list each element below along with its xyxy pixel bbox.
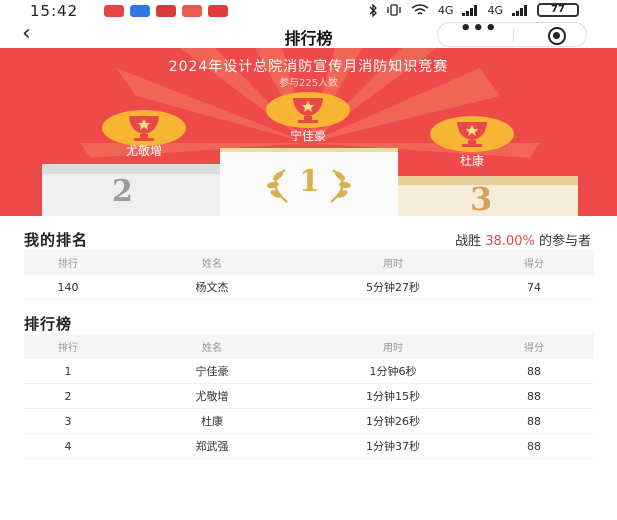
header-name: 姓名 <box>202 259 222 270</box>
app-icon-2 <box>130 5 150 17</box>
podium-rank-3: 3 <box>470 180 493 216</box>
app-icon-4 <box>182 5 202 17</box>
header-rank: 排行 <box>58 343 78 354</box>
back-icon[interactable]: ‹ <box>22 21 31 46</box>
cell-name: 郑武强 <box>195 440 229 453</box>
vibrate-icon <box>387 4 401 16</box>
cell-score: 88 <box>527 389 541 403</box>
participant-count: 参与225人数 <box>278 78 339 89</box>
podium-name-1: 宁佳豪 <box>289 129 326 143</box>
header-name: 姓名 <box>202 343 222 354</box>
table-header: 排行 姓名 用时 得分 <box>24 250 594 275</box>
more-icon[interactable]: ••• <box>460 18 498 39</box>
trophy-icon-1 <box>266 92 350 128</box>
app-icon-3 <box>156 5 176 17</box>
leaderboard-title: 排行榜 <box>24 315 73 333</box>
table-row: 2 尤敬增 1分钟15秒 88 <box>24 384 594 409</box>
beat-prefix: 战胜 <box>455 234 482 249</box>
table-header: 排行 姓名 用时 得分 <box>24 334 594 359</box>
cell-rank: 2 <box>64 389 72 403</box>
header-time: 用时 <box>383 343 403 354</box>
my-rank-row: 140 杨文杰 5分钟27秒 74 <box>24 275 594 300</box>
app-icon-1 <box>104 5 124 17</box>
wifi-icon <box>411 4 429 15</box>
cell-rank: 4 <box>64 439 72 453</box>
battery-icon: 77 <box>537 3 579 17</box>
status-right: 4G 4G 77 <box>369 3 579 17</box>
cell-time: 1分钟15秒 <box>366 390 420 403</box>
cell-name: 杜康 <box>201 415 223 428</box>
header-rank: 排行 <box>58 259 78 270</box>
cell-time: 5分钟27秒 <box>366 281 420 294</box>
notification-icons <box>104 5 228 17</box>
cell-score: 74 <box>527 280 541 294</box>
capsule-divider <box>513 28 514 42</box>
header-score: 得分 <box>524 343 544 354</box>
podium-name-3: 杜康 <box>459 154 484 168</box>
my-rank-title: 我的排名 <box>24 231 89 249</box>
header-time: 用时 <box>383 259 403 270</box>
cell-score: 88 <box>527 414 541 428</box>
network-label-2: 4G <box>487 3 503 17</box>
cell-score: 88 <box>527 439 541 453</box>
nav-bar: 排行榜 ‹ ••• <box>0 18 617 48</box>
table-row: 4 郑武强 1分钟37秒 88 <box>24 434 594 459</box>
header-score: 得分 <box>524 259 544 270</box>
leaderboard-table: 排行 姓名 用时 得分 1 宁佳豪 1分钟6秒 88 2 尤敬增 1分钟15秒 … <box>24 334 594 459</box>
network-label: 4G <box>437 3 454 17</box>
my-rank-table: 排行 姓名 用时 得分 140 杨文杰 5分钟27秒 74 <box>24 250 594 300</box>
cell-rank: 140 <box>57 280 79 294</box>
podium-block-2 <box>42 174 224 216</box>
status-time: 15:42 <box>30 2 79 20</box>
table-row: 1 宁佳豪 1分钟6秒 88 <box>24 359 594 384</box>
trophy-icon-3 <box>430 116 514 152</box>
beat-percentage-text: 战胜 38.00% 的参与者 <box>455 230 591 249</box>
cell-time: 1分钟6秒 <box>369 365 417 378</box>
mini-program-capsule: ••• <box>437 18 587 47</box>
app-icon-5 <box>208 5 228 17</box>
table-row: 3 杜康 1分钟26秒 88 <box>24 409 594 434</box>
cell-rank: 1 <box>64 364 72 378</box>
cell-time: 1分钟26秒 <box>366 415 420 428</box>
bluetooth-icon <box>369 3 377 17</box>
cell-name: 宁佳豪 <box>195 365 229 378</box>
podium-banner: 2024年设计总院消防宣传月消防知识竞赛 参与225人数 尤敬增 宁佳豪 杜康 … <box>0 48 617 216</box>
contest-title: 2024年设计总院消防宣传月消防知识竞赛 <box>168 59 449 75</box>
cell-time: 1分钟37秒 <box>366 440 420 453</box>
beat-suffix: 的参与者 <box>538 234 591 249</box>
cell-name: 尤敬增 <box>195 390 229 403</box>
signal-icon <box>462 4 478 16</box>
cell-score: 88 <box>527 364 541 378</box>
signal-icon-2 <box>512 4 527 16</box>
close-target-icon[interactable] <box>548 27 566 45</box>
podium-rank-2: 2 <box>112 174 133 209</box>
cell-rank: 3 <box>64 414 72 428</box>
podium-rank-1: 1 <box>299 164 320 199</box>
cell-name: 杨文杰 <box>195 281 229 294</box>
beat-percentage: 38.00% <box>485 234 535 249</box>
status-bar: 15:42 4G 4G 77 <box>0 0 617 22</box>
podium-name-2: 尤敬增 <box>125 144 162 158</box>
